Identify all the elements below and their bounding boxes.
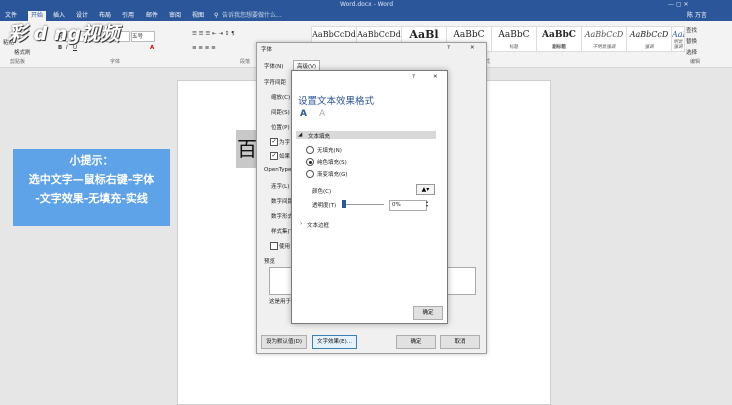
menu-review[interactable]: 审阅 (169, 11, 181, 21)
tell-me-search[interactable]: 告诉我您想要做什么... (222, 11, 282, 21)
label-position: 位置(P) (271, 125, 290, 131)
font-dialog-help-icon[interactable]: ? (447, 45, 450, 51)
font-size-box[interactable]: 五号 (131, 31, 155, 42)
replace-button[interactable]: 替换 (686, 37, 697, 45)
selected-text[interactable]: 百 (236, 130, 258, 168)
group-editing: 编辑 (690, 59, 701, 65)
group-paragraph: 段落 (240, 59, 251, 65)
select-button[interactable]: 选择 (686, 48, 697, 56)
text-effects-panel: ? ✕ 设置文本效果格式 A A ◢ 文本填充 无填充(N) 纯色填充(S) 渐… (291, 70, 448, 324)
watermark-logo: 彩 d ng视频 (8, 23, 119, 45)
find-button[interactable]: 查找 (686, 26, 697, 34)
transparency-input[interactable]: 0% (389, 200, 427, 211)
tip-line-2: -文字效果-无填充-实线 (35, 192, 148, 205)
label-number-spacing: 数字间距 (271, 199, 294, 205)
solid-fill-radio[interactable] (306, 158, 314, 166)
paragraph-align-icons[interactable]: ≡ ≡ ≡ ≡ (192, 45, 216, 51)
style-emphasis[interactable]: AaBbCcD 强调 (626, 26, 672, 52)
text-effects-icon[interactable]: A (319, 109, 325, 119)
fill-section-header[interactable]: ◢ 文本填充 (296, 131, 436, 140)
fill-section-label: 文本填充 (308, 134, 331, 140)
list-icons[interactable]: ☰ ☰ ☰ ⇤ ⇥ ↕ ¶ (192, 31, 235, 37)
solid-fill-label[interactable]: 纯色填充(S) (317, 158, 347, 166)
tip-title: 小提示： (69, 154, 114, 167)
section-preview: 预览 (264, 259, 276, 265)
color-label: 颜色(C) (312, 189, 332, 195)
title-bar: Word.docx - Word — ▢ ✕ (0, 0, 732, 10)
tip-box: 小提示： 选中文字—鼠标右键-字体 -文字效果-无填充-实线 (13, 149, 170, 226)
style-subtle-emphasis[interactable]: AaBbCcD 不明显强调 (581, 26, 627, 52)
transparency-slider[interactable] (342, 204, 384, 205)
label-contextual: 使用 (279, 244, 291, 250)
font-dialog-title: 字体 (261, 47, 273, 53)
grid-checkbox[interactable]: ✓ (270, 152, 278, 160)
text-effects-button[interactable]: 文字效果(E)... (312, 335, 357, 349)
label-grid: 如果 (279, 154, 291, 160)
font-dialog-close-icon[interactable]: ✕ (470, 45, 475, 51)
menu-view[interactable]: 视图 (192, 11, 204, 21)
tab-font[interactable]: 字体(N) (264, 62, 283, 70)
menu-mailings[interactable]: 邮件 (146, 11, 158, 21)
tip-line-1: 选中文字—鼠标右键-字体 (28, 173, 155, 186)
expand-icon[interactable]: › (300, 221, 302, 227)
label-ligatures: 连字(L) (271, 184, 290, 190)
font-color-icon[interactable]: A (150, 45, 154, 51)
search-icon[interactable]: ⚲ (214, 11, 218, 21)
group-font: 字体 (110, 59, 121, 65)
label-kerning: 为字 (279, 140, 291, 146)
transparency-label: 透明度(T) (312, 203, 337, 209)
style-subtitle[interactable]: AaBbC 副标题 (536, 26, 582, 52)
format-painter-button[interactable]: 格式刷 (14, 48, 31, 56)
style-intense-emphasis[interactable]: AaBbCcD明显强调 (671, 26, 685, 52)
label-scale: 缩放(C) (271, 95, 291, 101)
label-spacing: 间距(S) (271, 110, 290, 116)
contextual-checkbox[interactable] (270, 242, 278, 250)
section-opentype: OpenType (264, 167, 292, 173)
te-close-icon[interactable]: ✕ (433, 74, 438, 80)
font-ok-button[interactable]: 确定 (396, 335, 436, 349)
te-help-icon[interactable]: ? (412, 74, 415, 80)
user-name[interactable]: 陈 万言 (687, 11, 707, 21)
label-number-forms: 数字形式 (271, 214, 294, 220)
preview-note: 这是用于 (269, 299, 292, 305)
gradient-fill-label[interactable]: 渐变填充(G) (317, 170, 348, 178)
te-ok-button[interactable]: 确定 (413, 306, 443, 320)
window-title: Word.docx - Word (340, 1, 394, 8)
no-fill-label[interactable]: 无填充(N) (317, 146, 342, 154)
transparency-value: 0% (392, 202, 401, 208)
transparency-slider-thumb[interactable] (342, 200, 346, 208)
collapse-icon: ◢ (298, 132, 303, 138)
style-title[interactable]: AaBbC 标题 (491, 26, 537, 52)
menu-references[interactable]: 引用 (122, 11, 134, 21)
outline-section-label[interactable]: 文本边框 (307, 221, 329, 229)
group-clipboard: 剪贴板 (10, 59, 26, 65)
gradient-fill-radio[interactable] (306, 170, 314, 178)
no-fill-radio[interactable] (306, 146, 314, 154)
section-spacing: 字符间距 (264, 80, 287, 86)
window-controls[interactable]: — ▢ ✕ (668, 1, 689, 8)
text-fill-outline-icon[interactable]: A (300, 109, 307, 119)
te-title: 设置文本效果格式 (298, 96, 375, 107)
set-default-button[interactable]: 设为默认值(D) (261, 335, 307, 349)
transparency-spinner[interactable]: ▴ ▾ (426, 200, 428, 208)
kerning-checkbox[interactable]: ✓ (270, 138, 278, 146)
font-cancel-button[interactable]: 取消 (440, 335, 480, 349)
color-picker-button[interactable]: ▲▾ (416, 184, 435, 195)
